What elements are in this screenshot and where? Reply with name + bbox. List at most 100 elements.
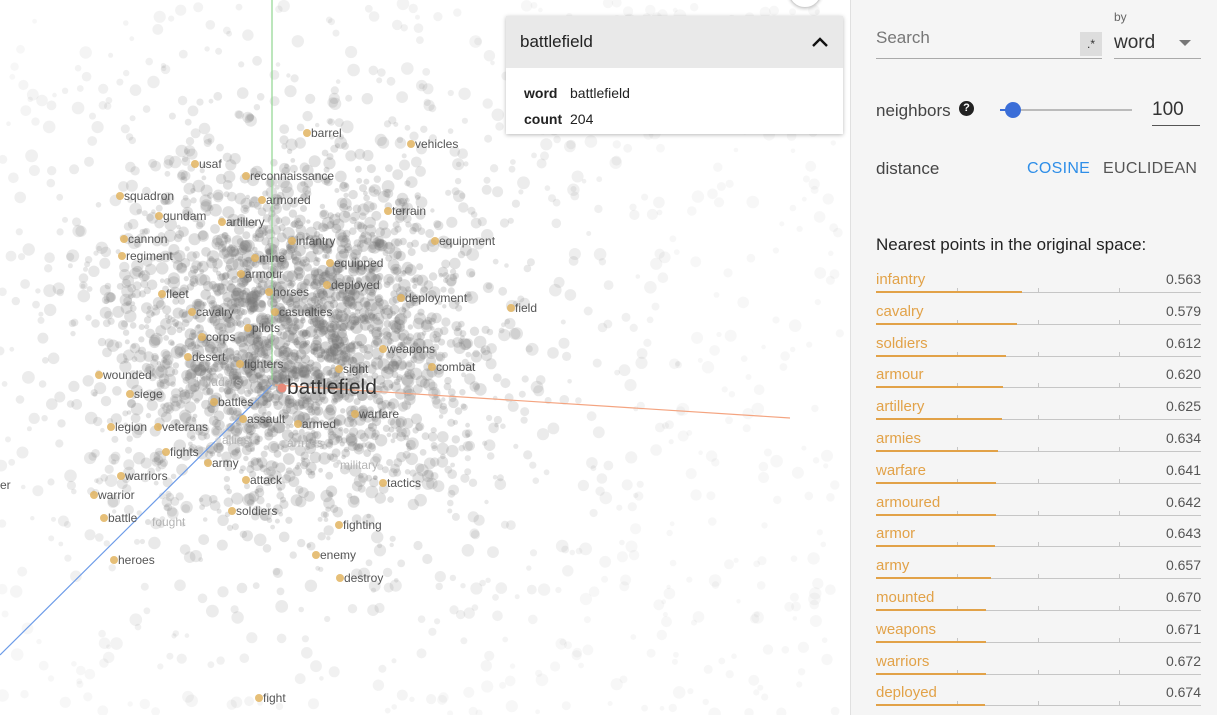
- data-point[interactable]: [235, 3, 243, 11]
- data-point[interactable]: [261, 399, 269, 407]
- data-point[interactable]: [82, 375, 94, 387]
- data-point[interactable]: [458, 87, 471, 101]
- data-point[interactable]: [44, 264, 53, 273]
- data-point[interactable]: [713, 197, 725, 208]
- data-point[interactable]: [805, 160, 817, 172]
- data-point[interactable]: [530, 2, 538, 9]
- data-point[interactable]: [345, 432, 357, 444]
- data-point[interactable]: [164, 170, 171, 177]
- data-point[interactable]: [396, 91, 408, 103]
- data-point[interactable]: [197, 230, 209, 242]
- data-point[interactable]: [460, 403, 467, 409]
- data-point[interactable]: [427, 432, 438, 442]
- data-point[interactable]: [165, 490, 172, 498]
- data-point[interactable]: [306, 219, 311, 224]
- data-point[interactable]: [328, 666, 340, 678]
- data-point[interactable]: [482, 282, 494, 293]
- data-point[interactable]: [258, 299, 266, 308]
- data-point[interactable]: [164, 402, 170, 409]
- data-point[interactable]: [673, 651, 679, 658]
- data-point[interactable]: [401, 270, 407, 275]
- data-point[interactable]: [146, 399, 158, 411]
- data-point[interactable]: [372, 312, 385, 325]
- data-point[interactable]: [624, 379, 637, 392]
- data-point[interactable]: [821, 637, 828, 643]
- data-point[interactable]: [90, 389, 98, 397]
- data-point[interactable]: [536, 428, 550, 441]
- data-point[interactable]: [143, 316, 152, 324]
- data-point[interactable]: [529, 461, 537, 469]
- data-point[interactable]: [285, 467, 293, 475]
- neighbors-count-input[interactable]: 100: [1152, 97, 1200, 126]
- data-point[interactable]: [589, 508, 598, 518]
- data-point[interactable]: [420, 125, 428, 133]
- data-point[interactable]: [464, 468, 472, 476]
- data-point[interactable]: [772, 316, 780, 324]
- data-point[interactable]: [447, 508, 453, 514]
- data-point[interactable]: [180, 197, 192, 209]
- data-point[interactable]: [646, 316, 654, 324]
- data-point[interactable]: [661, 616, 672, 628]
- data-point[interactable]: [445, 189, 452, 196]
- data-point[interactable]: [193, 2, 204, 13]
- nearest-point-row[interactable]: armoured 0.642: [876, 485, 1201, 517]
- data-point[interactable]: [301, 647, 313, 659]
- data-point[interactable]: [363, 449, 372, 457]
- data-point[interactable]: [462, 441, 473, 452]
- data-point[interactable]: [328, 337, 334, 343]
- data-point[interactable]: [192, 413, 198, 419]
- data-point[interactable]: [80, 283, 86, 289]
- data-point[interactable]: [426, 312, 437, 323]
- data-point[interactable]: [347, 63, 360, 77]
- data-point[interactable]: [323, 517, 329, 522]
- data-point[interactable]: [560, 319, 566, 325]
- data-point[interactable]: [371, 210, 382, 221]
- data-point[interactable]: [463, 686, 475, 698]
- labeled-point[interactable]: [116, 192, 124, 200]
- data-point[interactable]: [226, 322, 232, 328]
- data-point[interactable]: [326, 369, 333, 376]
- data-point[interactable]: [213, 318, 225, 330]
- data-point[interactable]: [419, 449, 427, 456]
- data-point[interactable]: [561, 545, 570, 554]
- data-point[interactable]: [388, 383, 394, 389]
- data-point[interactable]: [35, 288, 41, 294]
- data-point[interactable]: [564, 289, 577, 301]
- data-point[interactable]: [252, 582, 260, 589]
- data-point[interactable]: [68, 380, 80, 392]
- data-point[interactable]: [535, 375, 546, 385]
- data-point[interactable]: [549, 283, 562, 297]
- data-point[interactable]: [79, 46, 92, 59]
- data-point[interactable]: [657, 272, 669, 284]
- data-point[interactable]: [245, 113, 255, 123]
- data-point[interactable]: [663, 587, 676, 600]
- data-point[interactable]: [551, 218, 562, 229]
- data-point[interactable]: [28, 165, 40, 176]
- data-point[interactable]: [271, 225, 282, 235]
- data-point[interactable]: [238, 61, 245, 68]
- data-point[interactable]: [823, 463, 829, 469]
- data-point[interactable]: [736, 599, 741, 604]
- data-point[interactable]: [630, 634, 637, 640]
- data-point[interactable]: [790, 346, 796, 353]
- data-point[interactable]: [481, 184, 492, 195]
- data-point[interactable]: [183, 276, 189, 282]
- data-point[interactable]: [490, 60, 495, 66]
- labeled-point[interactable]: [126, 390, 134, 398]
- labeled-point[interactable]: [333, 462, 339, 468]
- nearest-point-row[interactable]: cavalry 0.579: [876, 294, 1201, 326]
- data-point[interactable]: [616, 504, 623, 511]
- data-point[interactable]: [61, 87, 69, 95]
- data-point[interactable]: [22, 243, 35, 256]
- data-point[interactable]: [505, 700, 518, 713]
- data-point[interactable]: [32, 18, 37, 24]
- data-point[interactable]: [183, 551, 196, 563]
- data-point[interactable]: [181, 319, 190, 327]
- data-point[interactable]: [183, 145, 196, 157]
- data-point[interactable]: [304, 579, 318, 592]
- data-point[interactable]: [308, 155, 321, 168]
- data-point[interactable]: [504, 675, 516, 687]
- data-point[interactable]: [724, 329, 737, 342]
- data-point[interactable]: [646, 648, 656, 658]
- data-point[interactable]: [318, 467, 323, 473]
